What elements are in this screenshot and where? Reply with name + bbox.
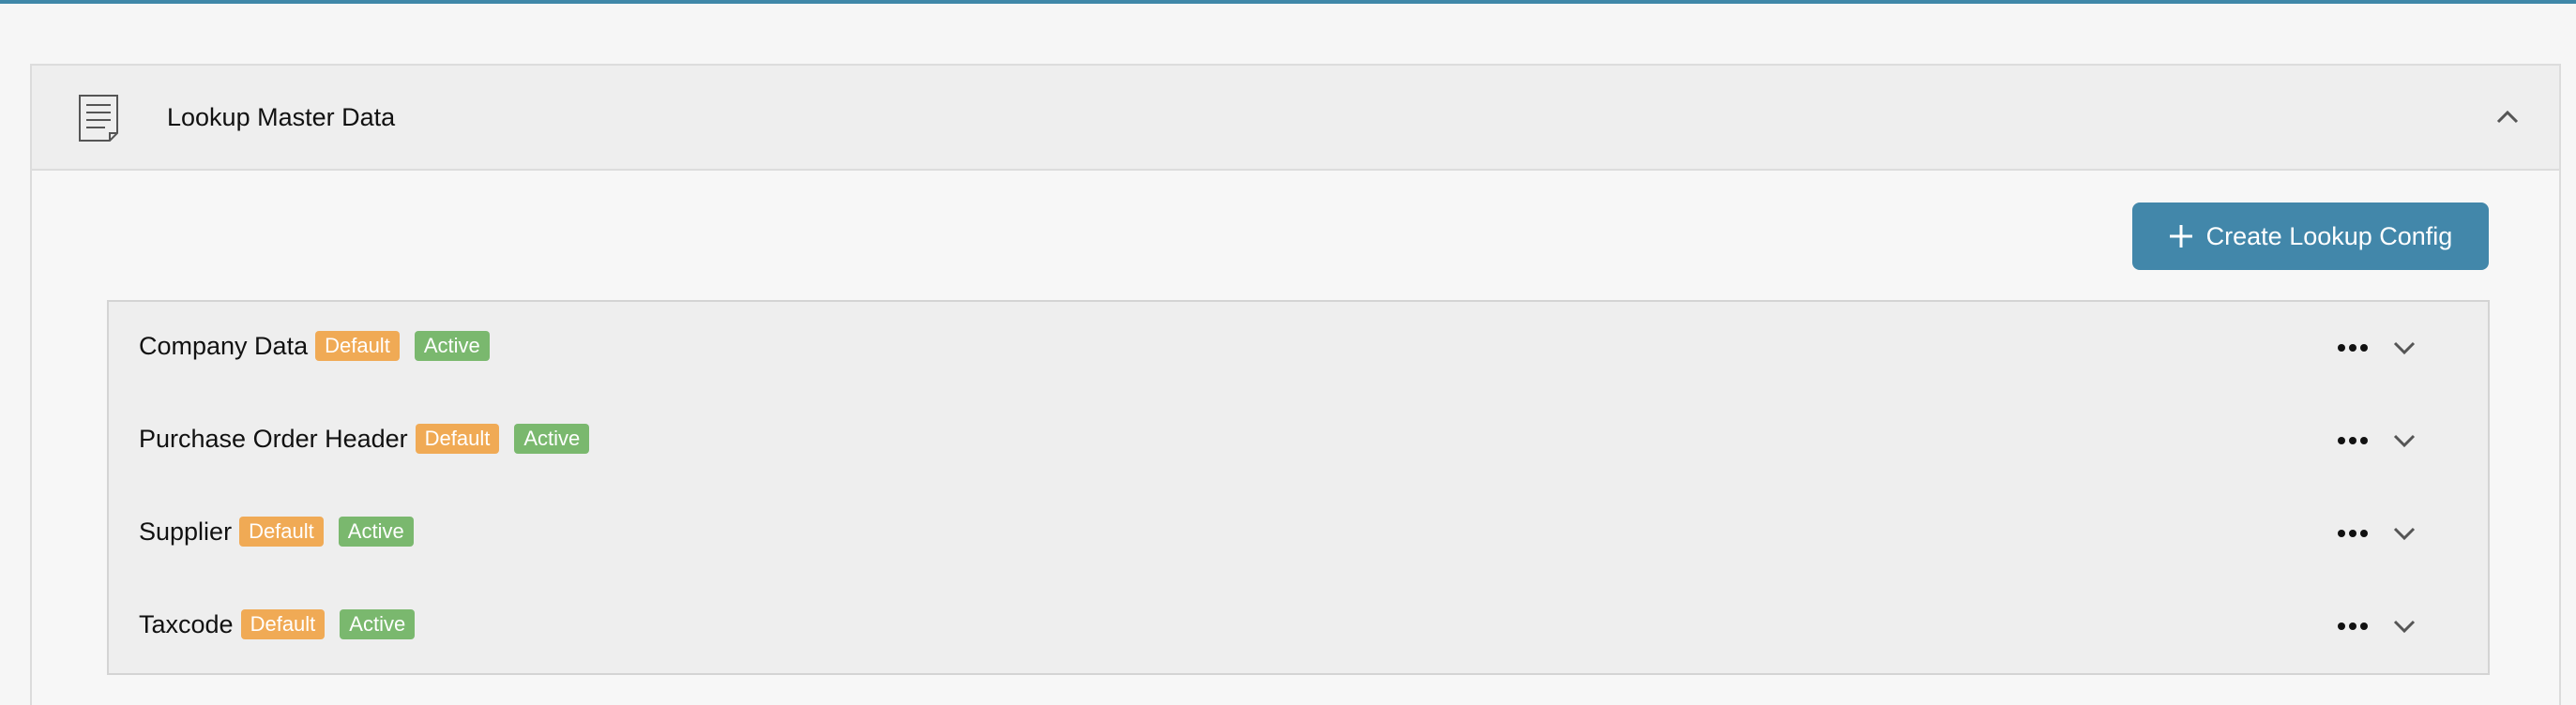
list-item[interactable]: Company Data Default Active [109,302,2488,395]
lookup-master-data-panel: Lookup Master Data Create Lookup Config … [30,64,2561,705]
list-item[interactable]: Purchase Order Header Default Active [109,395,2488,488]
item-name: Taxcode [139,610,234,638]
chevron-down-icon[interactable] [2390,427,2418,455]
default-badge: Default [240,609,326,639]
more-options-icon[interactable] [2334,334,2371,362]
default-badge: Default [415,424,500,454]
default-badge: Default [239,517,324,547]
chevron-down-icon[interactable] [2390,612,2418,640]
status-badge: Active [514,424,590,454]
more-options-icon[interactable] [2334,519,2371,548]
list-item[interactable]: Supplier Default Active [109,488,2488,580]
chevron-up-icon[interactable] [2493,103,2522,131]
chevron-down-icon[interactable] [2390,334,2418,362]
document-icon [77,94,120,142]
item-label-group: Company Data Default Active [139,330,490,362]
panel-header[interactable]: Lookup Master Data [32,66,2559,171]
item-name: Supplier [139,518,233,546]
plus-icon [2169,224,2193,248]
more-options-icon[interactable] [2334,427,2371,455]
item-name: Company Data [139,332,309,360]
top-accent-line [0,0,2576,4]
list-item[interactable]: Taxcode Default Active [109,580,2488,673]
status-badge: Active [340,609,416,639]
create-lookup-config-button[interactable]: Create Lookup Config [2132,202,2489,270]
default-badge: Default [315,331,400,361]
chevron-down-icon[interactable] [2390,519,2418,548]
item-label-group: Taxcode Default Active [139,608,416,640]
lookup-config-list: Company Data Default Active Purchase Ord… [107,300,2490,675]
status-badge: Active [414,331,490,361]
status-badge: Active [338,517,414,547]
panel-title: Lookup Master Data [167,103,396,131]
item-label-group: Supplier Default Active [139,516,414,548]
item-label-group: Purchase Order Header Default Active [139,423,590,455]
item-name: Purchase Order Header [139,425,408,453]
create-lookup-config-label: Create Lookup Config [2205,221,2453,250]
more-options-icon[interactable] [2334,612,2371,640]
